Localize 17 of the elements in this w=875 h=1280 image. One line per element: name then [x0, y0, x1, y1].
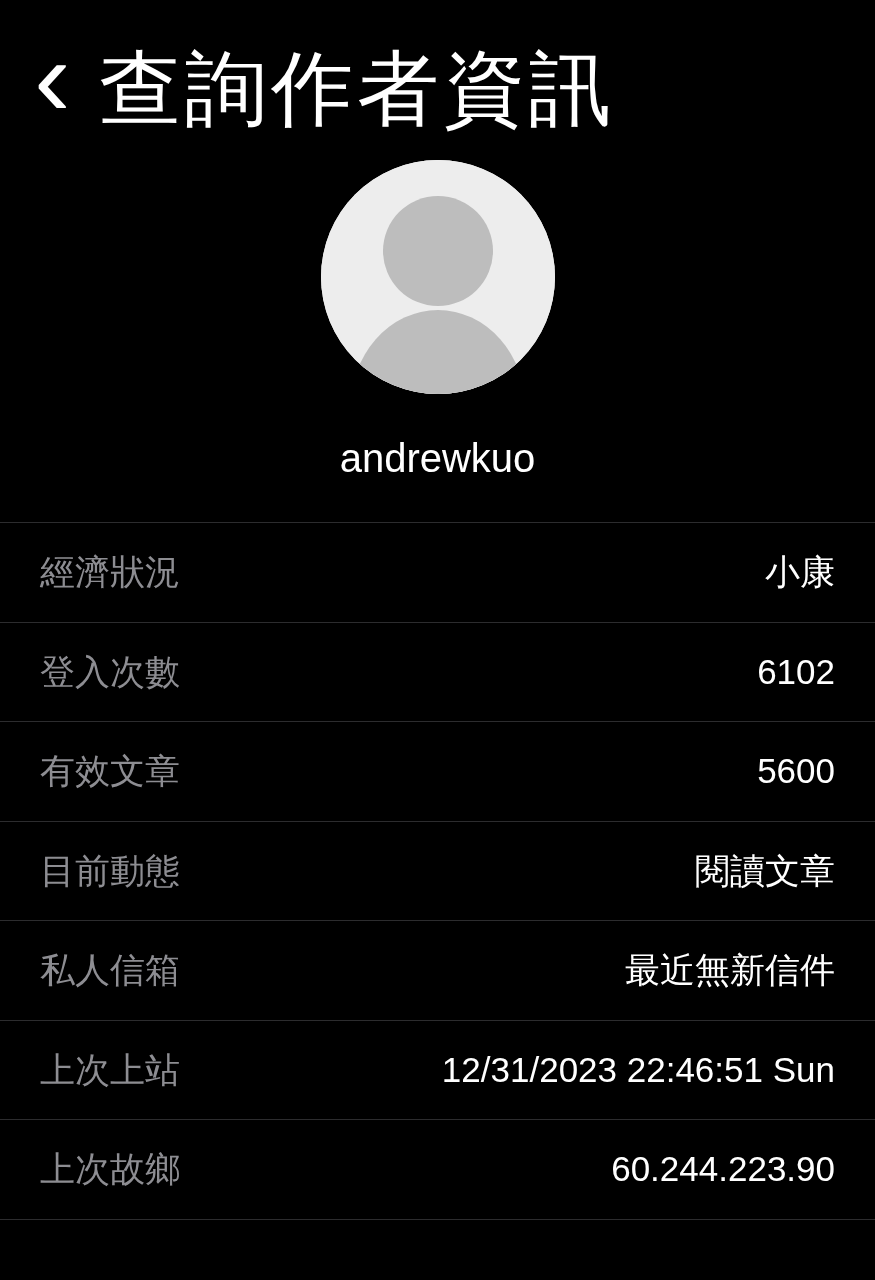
username: andrewkuo [339, 435, 536, 482]
field-label: 經濟狀況 [40, 551, 180, 593]
field-value: 小康 [765, 551, 835, 593]
field-value: 12/31/2023 22:46:51 Sun [441, 1048, 835, 1091]
field-label: 登入次數 [40, 650, 180, 693]
field-label: 私人信箱 [40, 949, 180, 991]
back-button[interactable]: ‹ [34, 23, 71, 143]
field-label: 上次故鄉 [40, 1148, 180, 1190]
field-label: 上次上站 [40, 1048, 180, 1091]
field-value: 閱讀文章 [695, 849, 835, 892]
field-label: 有效文章 [40, 750, 180, 792]
page-title: 查詢作者資訊 [98, 41, 615, 136]
field-value: 60.244.223.90 [611, 1148, 835, 1190]
field-value: 最近無新信件 [625, 949, 835, 991]
field-label: 目前動態 [40, 849, 180, 892]
field-value: 5600 [757, 750, 835, 792]
field-value: 6102 [757, 650, 835, 693]
